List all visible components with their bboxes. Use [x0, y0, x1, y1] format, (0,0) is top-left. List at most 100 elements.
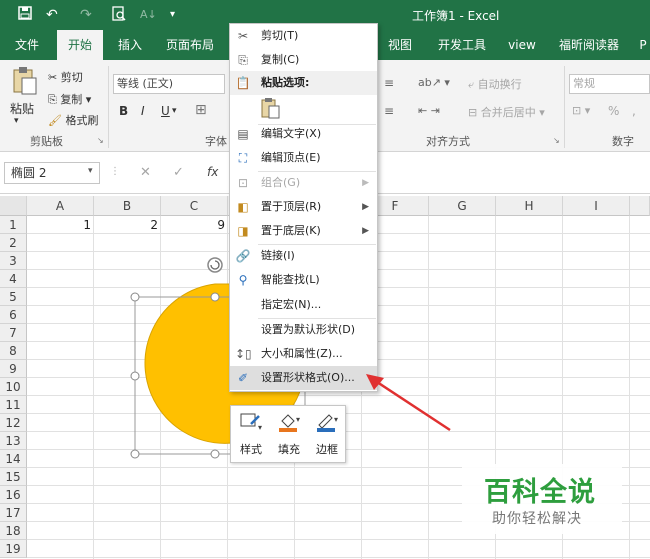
merge-center-button[interactable]: ⊟ 合并后居中 ▾ — [468, 104, 545, 120]
menu-item-format-shape[interactable]: ✐ 设置形状格式(O)... — [230, 366, 377, 390]
insert-function-icon[interactable]: fx — [207, 165, 218, 179]
menu-item-cut[interactable]: ✂ 剪切(T) — [230, 24, 377, 48]
menu-item-assign-macro[interactable]: 指定宏(N)... — [230, 293, 377, 317]
percent-button[interactable]: % — [608, 104, 619, 118]
row-header-6[interactable]: 6 — [0, 306, 27, 324]
resize-handle[interactable] — [210, 292, 220, 302]
row-header-2[interactable]: 2 — [0, 234, 27, 252]
column-header-a[interactable]: A — [27, 196, 94, 216]
tab-home[interactable]: 开始 — [57, 30, 103, 60]
cancel-icon[interactable]: ✕ — [140, 165, 151, 180]
row-header-11[interactable]: 11 — [0, 396, 27, 414]
borders-icon[interactable]: ⊞ — [195, 102, 207, 118]
number-format-combo[interactable]: 常规 — [569, 74, 650, 94]
paste-dropdown-icon[interactable]: ▾ — [14, 116, 19, 126]
paste-icon[interactable] — [12, 66, 38, 99]
column-header-next[interactable] — [630, 196, 650, 216]
redo-icon[interactable]: ↷ — [80, 6, 92, 24]
align-middle-icon[interactable]: ≡ — [384, 76, 394, 90]
clipboard-launcher-icon[interactable]: ↘ — [97, 136, 104, 145]
indent-icons[interactable]: ⇤ ⇥ — [418, 104, 440, 117]
column-header-b[interactable]: B — [94, 196, 161, 216]
confirm-icon[interactable]: ✓ — [173, 165, 184, 180]
tab-insert[interactable]: 插入 — [108, 30, 152, 60]
row-header-14[interactable]: 14 — [0, 450, 27, 468]
row-header-1[interactable]: 1 — [0, 216, 27, 234]
menu-item-smart-lookup[interactable]: ⚲ 智能查找(L) — [230, 268, 377, 292]
underline-dropdown-icon[interactable]: ▾ — [172, 106, 177, 116]
row-header-3[interactable]: 3 — [0, 252, 27, 270]
row-header-7[interactable]: 7 — [0, 324, 27, 342]
column-header-i[interactable]: I — [563, 196, 630, 216]
tab-more[interactable]: P — [636, 30, 650, 60]
resize-handle[interactable] — [130, 449, 140, 459]
outline-button[interactable]: ▾ 边框 — [309, 406, 345, 462]
name-box[interactable]: 椭圆 2 — [4, 162, 100, 184]
tab-foxit[interactable]: 福昕阅读器 — [554, 30, 624, 60]
menu-item-size-properties[interactable]: ↕▯ 大小和属性(Z)... — [230, 342, 377, 366]
row-header-13[interactable]: 13 — [0, 432, 27, 450]
style-button[interactable]: ▾ 样式 — [233, 406, 269, 462]
cell-a1[interactable]: 1 — [27, 216, 94, 234]
rotate-handle-icon[interactable] — [207, 257, 223, 273]
cell-c1[interactable]: 9 — [161, 216, 228, 234]
cut-button[interactable]: ✂ 剪切 — [48, 69, 83, 85]
italic-button[interactable]: I — [141, 104, 145, 118]
name-box-dropdown-icon[interactable]: ▾ — [88, 166, 93, 176]
bold-button[interactable]: B — [119, 104, 128, 118]
row-header-4[interactable]: 4 — [0, 270, 27, 288]
row-header-12[interactable]: 12 — [0, 414, 27, 432]
row-gridline — [27, 557, 650, 558]
align-right-icon[interactable]: ≡ — [384, 104, 394, 118]
menu-item-bring-front[interactable]: ◧ 置于顶层(R) ▶ — [230, 195, 377, 219]
menu-item-group[interactable]: ⊡ 组合(G) ▶ — [230, 171, 377, 195]
menu-item-edit-text[interactable]: ▤ 编辑文字(X) — [230, 122, 377, 146]
resize-handle[interactable] — [130, 292, 140, 302]
tab-view[interactable]: 视图 — [380, 30, 420, 60]
fill-button[interactable]: ▾ 填充 — [271, 406, 307, 462]
undo-icon[interactable]: ↶ — [46, 6, 58, 24]
row-gridline — [27, 395, 650, 396]
row-header-18[interactable]: 18 — [0, 522, 27, 540]
menu-item-link[interactable]: 🔗 链接(I) — [230, 244, 377, 268]
resize-handle[interactable] — [130, 371, 140, 381]
row-header-15[interactable]: 15 — [0, 468, 27, 486]
cell-b1[interactable]: 2 — [94, 216, 161, 234]
column-gridline — [629, 216, 630, 559]
row-header-16[interactable]: 16 — [0, 486, 27, 504]
row-header-10[interactable]: 10 — [0, 378, 27, 396]
resize-handle[interactable] — [210, 449, 220, 459]
row-header-17[interactable]: 17 — [0, 504, 27, 522]
tab-page-layout[interactable]: 页面布局 — [158, 30, 222, 60]
save-icon[interactable] — [18, 6, 32, 25]
currency-icon[interactable]: ⊡ ▾ — [572, 104, 590, 117]
column-header-c[interactable]: C — [161, 196, 228, 216]
underline-button[interactable]: U — [161, 104, 170, 118]
row-header-8[interactable]: 8 — [0, 342, 27, 360]
tab-developer[interactable]: 开发工具 — [430, 30, 494, 60]
customize-qa-icon[interactable]: ▾ — [170, 6, 175, 24]
menu-item-set-default-shape[interactable]: 设置为默认形状(D) — [230, 318, 377, 342]
paste-button[interactable]: 粘贴 — [10, 100, 34, 117]
sort-icon[interactable]: A↓ — [140, 6, 157, 24]
row-header-5[interactable]: 5 — [0, 288, 27, 306]
column-header-g[interactable]: G — [429, 196, 496, 216]
row-header-9[interactable]: 9 — [0, 360, 27, 378]
font-name-combo[interactable]: 等线 (正文) — [113, 74, 225, 94]
menu-item-edit-points[interactable]: ⛶ 编辑顶点(E) — [230, 146, 377, 170]
alignment-launcher-icon[interactable]: ↘ — [553, 136, 560, 145]
tab-file[interactable]: 文件 — [6, 30, 48, 60]
print-preview-icon[interactable] — [112, 6, 126, 27]
select-all-corner[interactable] — [0, 196, 27, 216]
column-header-h[interactable]: H — [496, 196, 563, 216]
tab-view-en[interactable]: view — [502, 30, 542, 60]
menu-item-copy[interactable]: ⎘ 复制(C) — [230, 48, 377, 72]
row-header-19[interactable]: 19 — [0, 540, 27, 558]
menu-item-send-back[interactable]: ◨ 置于底层(K) ▶ — [230, 219, 377, 243]
paste-keep-format-icon[interactable] — [261, 97, 281, 119]
orientation-icon[interactable]: ab↗ ▾ — [418, 76, 450, 89]
format-painter-button[interactable]: 🖌 格式刷 — [48, 112, 98, 128]
wrap-text-button[interactable]: ⤶ 自动换行 — [468, 76, 522, 92]
copy-button[interactable]: ⎘ 复制 ▾ — [48, 91, 91, 107]
comma-button[interactable]: , — [632, 104, 636, 118]
